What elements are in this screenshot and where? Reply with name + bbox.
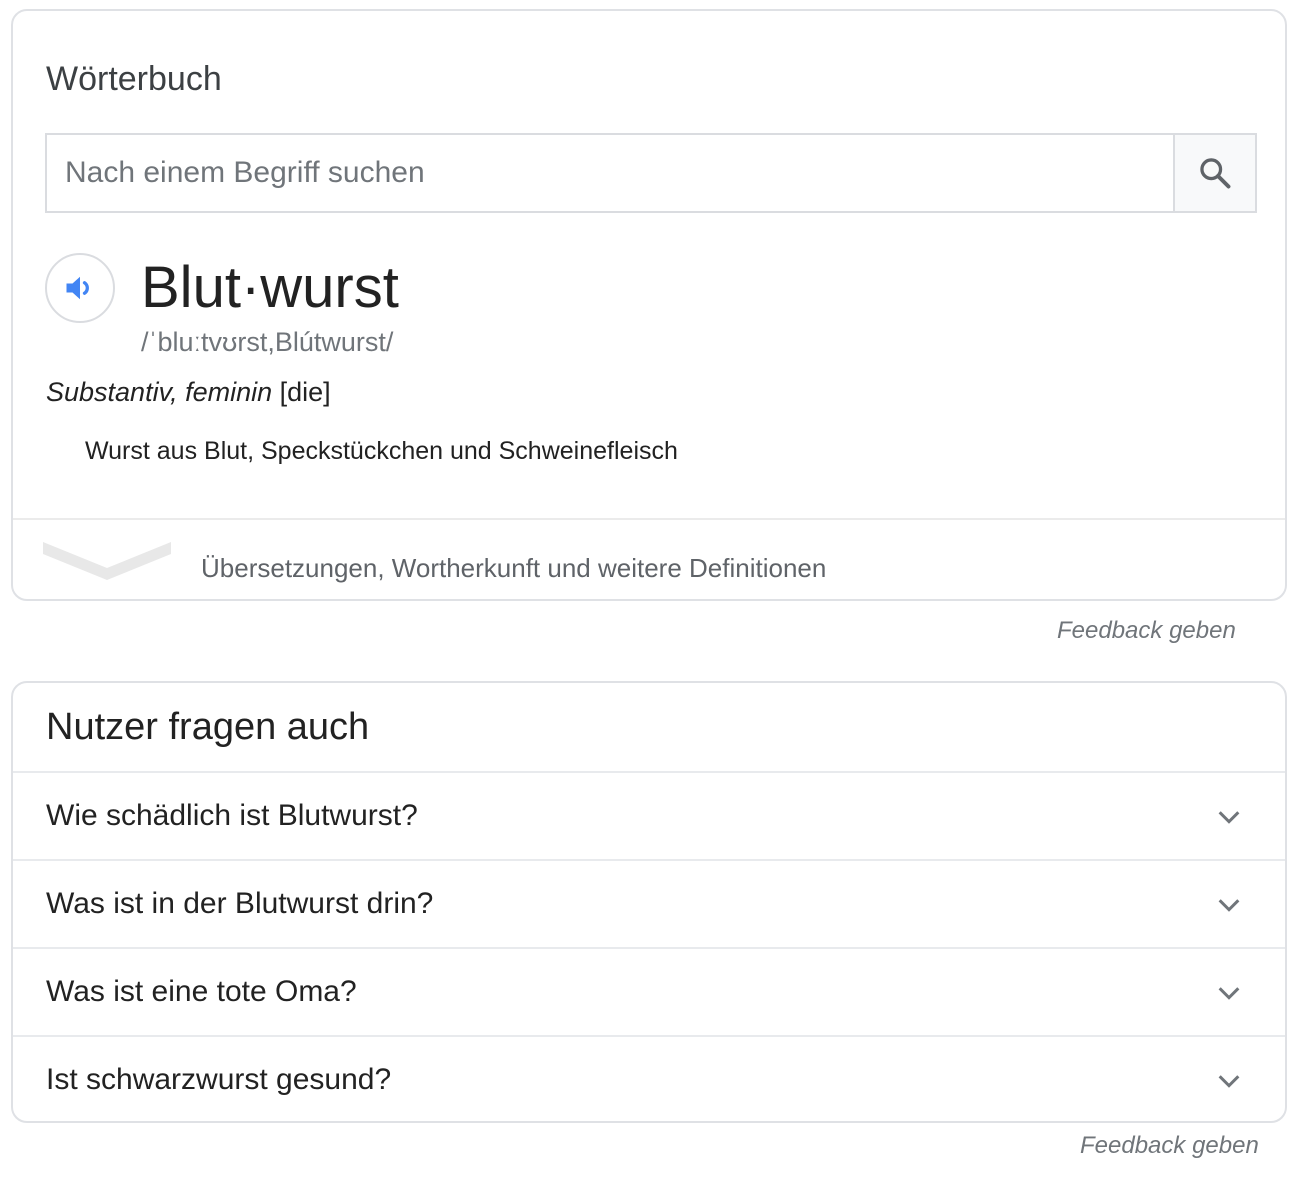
chevron-down-icon — [1218, 1075, 1240, 1088]
dictionary-search-box — [45, 133, 1257, 213]
question-item[interactable]: Was ist eine tote Oma? — [13, 947, 1285, 1035]
chevron-down-icon — [1218, 987, 1240, 1000]
search-icon — [1200, 158, 1231, 189]
search-button[interactable] — [1173, 135, 1255, 211]
speaker-icon — [66, 276, 89, 300]
chevron-down-icon — [1218, 811, 1240, 824]
part-of-speech-line: Substantiv, feminin [die] — [46, 375, 331, 409]
question-item[interactable]: Was ist in der Blutwurst drin? — [13, 859, 1285, 947]
feedback-link[interactable]: Feedback geben — [1080, 1132, 1259, 1160]
question-text: Was ist eine tote Oma? — [46, 975, 357, 1008]
dictionary-card: Wörterbuch Blut·wurst /ˈbluːtvʊrst,Blútw… — [11, 9, 1287, 601]
people-also-ask-card: Nutzer fragen auch Wie schädlich ist Blu… — [11, 681, 1287, 1123]
more-definitions-label: Übersetzungen, Wortherkunft und weitere … — [201, 553, 827, 583]
more-definitions-toggle[interactable]: Übersetzungen, Wortherkunft und weitere … — [13, 520, 1285, 600]
question-list: Wie schädlich ist Blutwurst? Was ist in … — [13, 771, 1285, 1121]
chevron-down-icon — [43, 542, 171, 580]
feedback-link[interactable]: Feedback geben — [1057, 617, 1236, 645]
dictionary-title: Wörterbuch — [46, 60, 222, 98]
question-text: Was ist in der Blutwurst drin? — [46, 887, 434, 920]
search-input[interactable] — [47, 135, 1173, 211]
people-also-ask-title: Nutzer fragen auch — [46, 706, 370, 748]
phonetic-transcription: /ˈbluːtvʊrst,Blútwurst/ — [141, 327, 394, 357]
question-item[interactable]: Wie schädlich ist Blutwurst? — [13, 771, 1285, 859]
question-text: Wie schädlich ist Blutwurst? — [46, 799, 418, 832]
grammatical-article: [die] — [279, 377, 331, 407]
headword: Blut·wurst — [141, 255, 399, 320]
definition-text: Wurst aus Blut, Speckstückchen und Schwe… — [85, 437, 678, 465]
part-of-speech: Substantiv, feminin — [46, 377, 273, 407]
pronunciation-audio-button[interactable] — [45, 253, 115, 323]
question-item[interactable]: Ist schwarzwurst gesund? — [13, 1035, 1285, 1121]
chevron-down-icon — [1218, 899, 1240, 912]
question-text: Ist schwarzwurst gesund? — [46, 1063, 392, 1096]
